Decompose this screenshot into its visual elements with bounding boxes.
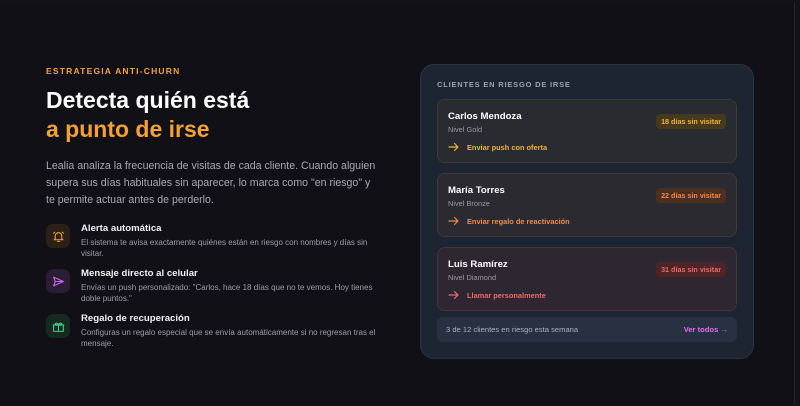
feature-desc: Configuras un regalo especial que se env… [81,328,376,348]
client-card[interactable]: María Torres Nivel Bronze 22 días sin vi… [437,173,737,237]
client-card[interactable]: Luis Ramírez Nivel Diamond 31 días sin v… [437,247,737,311]
status-badge: 22 días sin visitar [656,188,726,203]
feature-item: Alerta automática El sistema te avisa ex… [46,223,386,259]
bell-icon [46,224,70,248]
feature-desc: El sistema te avisa exactamente quiénes … [81,238,368,258]
client-action-link[interactable]: Enviar regalo de reactivación [448,216,726,226]
at-risk-clients-panel: CLIENTES EN RIESGO DE IRSE Carlos Mendoz… [420,64,754,359]
view-all-link[interactable]: Ver todos → [684,325,728,334]
anti-churn-section: ESTRATEGIA ANTI-CHURN Detecta quién está… [46,66,386,358]
feature-title: Alerta automática [81,223,162,234]
feature-desc: Envías un push personalizado: "Carlos, h… [81,283,373,303]
feature-title: Regalo de recuperación [81,313,190,324]
risk-count-text: 3 de 12 clientes en riesgo esta semana [446,325,579,334]
panel-footer: 3 de 12 clientes en riesgo esta semana V… [437,317,737,342]
arrow-right-icon [448,216,459,226]
status-badge: 18 días sin visitar [656,114,726,129]
client-action-label: Enviar push con oferta [467,142,548,152]
client-card[interactable]: Carlos Mendoza Nivel Gold 18 días sin vi… [437,99,737,163]
panel-title: CLIENTES EN RIESGO DE IRSE [437,80,571,89]
feature-item: Mensaje directo al celular Envías un pus… [46,268,386,304]
headline-line-2: a punto de irse [46,116,210,142]
feature-item: Regalo de recuperación Configuras un reg… [46,313,386,349]
client-action-label: Enviar regalo de reactivación [467,216,570,226]
feature-list: Alerta automática El sistema te avisa ex… [46,223,386,349]
arrow-right-icon [448,142,459,152]
send-icon [46,269,70,293]
gift-icon [46,314,70,338]
arrow-right-icon [448,290,459,300]
section-headline: Detecta quién está a punto de irse [46,86,386,144]
headline-line-1: Detecta quién está [46,87,250,113]
client-action-label: Llamar personalmente [467,290,546,300]
client-action-link[interactable]: Enviar push con oferta [448,142,726,152]
status-badge: 31 días sin visitar [656,262,726,277]
section-lead: Lealia analiza la frecuencia de visitas … [46,160,376,206]
section-eyebrow: ESTRATEGIA ANTI-CHURN [46,66,181,76]
feature-title: Mensaje directo al celular [81,268,198,279]
client-action-link[interactable]: Llamar personalmente [448,290,726,300]
